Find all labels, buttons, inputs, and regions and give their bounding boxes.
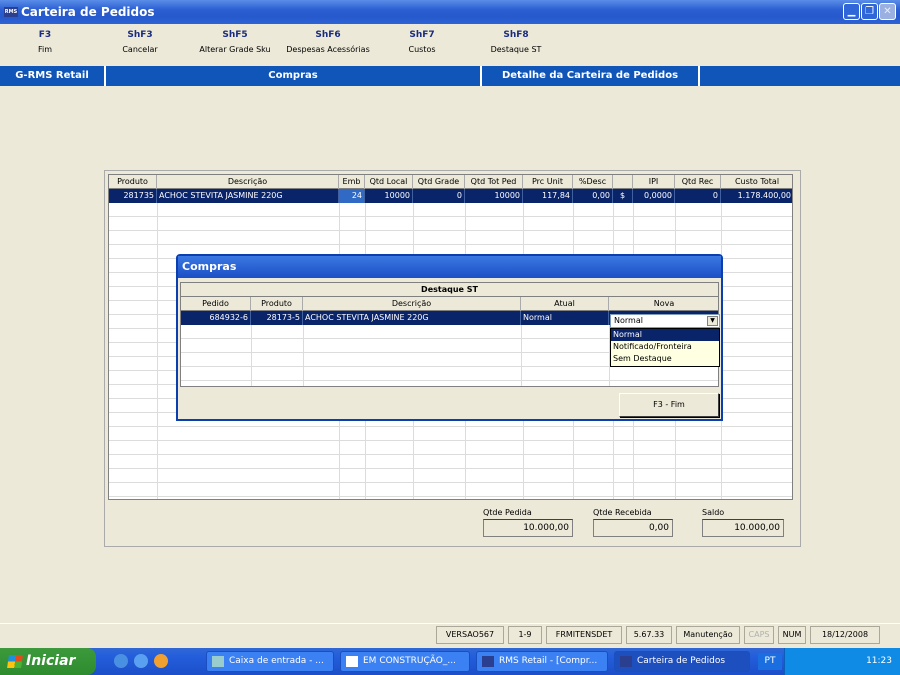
qtde-recebida-label: Qtde Recebida (593, 508, 652, 517)
col-produto[interactable]: Produto (251, 297, 303, 311)
col-descricao[interactable]: Descrição (157, 175, 339, 189)
taskbar-button-em-construcao[interactable]: EM CONSTRUÇÃO_... (340, 651, 470, 672)
option-notificado-fronteira[interactable]: Notificado/Fronteira (611, 341, 719, 353)
col-qtd-local[interactable]: Qtd Local (365, 175, 413, 189)
fkey-fim[interactable]: F3 Fim (0, 30, 95, 54)
language-indicator[interactable]: PT (758, 653, 782, 670)
status-form: FRMITENSDET (546, 626, 622, 644)
qtde-pedida-group: Qtde Pedida 10.000,00 (483, 508, 573, 537)
col-qtd-tot-ped[interactable]: Qtd Tot Ped (465, 175, 523, 189)
taskbar-button-rms-retail[interactable]: RMS Retail - [Compr... (476, 651, 608, 672)
saldo-group: Saldo 10.000,00 (702, 508, 784, 537)
navigation-bar: G-RMS Retail Compras Detalhe da Carteira… (0, 66, 900, 86)
windows-logo-icon (7, 655, 23, 668)
system-tray: 11:23 (784, 648, 900, 675)
option-normal[interactable]: Normal (611, 329, 719, 341)
start-button[interactable]: Iniciar (0, 648, 96, 675)
col-emb[interactable]: Emb (339, 175, 365, 189)
chevron-down-icon[interactable]: ▼ (707, 316, 718, 326)
fkey-alterar-grade[interactable]: ShF5 Alterar Grade Sku (185, 30, 285, 54)
app-icon: RMS (4, 7, 18, 17)
grid-caption: Destaque ST (181, 283, 718, 297)
ie-icon[interactable] (114, 654, 128, 668)
nav-system: G-RMS Retail (0, 66, 106, 86)
firefox-icon[interactable] (154, 654, 168, 668)
saldo-field[interactable]: 10.000,00 (702, 519, 784, 537)
taskbar: Iniciar Caixa de entrada - ... EM CONSTR… (0, 648, 900, 675)
status-caps: CAPS (744, 626, 774, 644)
status-num: NUM (778, 626, 806, 644)
mail-icon (212, 656, 224, 667)
window-title: Carteira de Pedidos (21, 5, 155, 19)
nova-select[interactable]: Normal ▼ (610, 314, 720, 328)
col-pedido[interactable]: Pedido (181, 297, 251, 311)
status-bar: VERSAO567 1-9 FRMITENSDET 5.67.33 Manute… (0, 623, 900, 645)
col-produto[interactable]: Produto (109, 175, 157, 189)
qtde-pedida-field[interactable]: 10.000,00 (483, 519, 573, 537)
fkey-custos[interactable]: ShF7 Custos (372, 30, 472, 54)
col-custo-total[interactable]: Custo Total (721, 175, 792, 189)
status-date: 18/12/2008 (810, 626, 880, 644)
nav-module: Compras (106, 66, 482, 86)
dialog-grid-header: Pedido Produto Descrição Atual Nova (181, 297, 718, 311)
status-version: VERSAO567 (436, 626, 504, 644)
fkey-destaque-st[interactable]: ShF8 Destaque ST (466, 30, 566, 54)
nav-screen: Detalhe da Carteira de Pedidos (482, 66, 700, 86)
minimize-button[interactable]: ▁ (843, 3, 860, 20)
col-qtd-rec[interactable]: Qtd Rec (675, 175, 721, 189)
window-title-bar[interactable]: RMS Carteira de Pedidos (0, 0, 900, 24)
close-button[interactable]: ✕ (879, 3, 896, 20)
col-atual[interactable]: Atual (521, 297, 609, 311)
function-key-bar: F3 Fim ShF3 Cancelar ShF5 Alterar Grade Sku… (0, 30, 600, 64)
col-currency[interactable] (613, 175, 633, 189)
col-ipi[interactable]: IPI (633, 175, 675, 189)
nova-dropdown-list[interactable]: Normal Notificado/Fronteira Sem Destaque (610, 328, 720, 367)
fkey-cancelar[interactable]: ShF3 Cancelar (90, 30, 190, 54)
clock[interactable]: 11:23 (866, 656, 892, 666)
outlook-icon[interactable] (134, 654, 148, 668)
rms-icon (620, 656, 632, 667)
grid-header: Produto Descrição Emb Qtd Local Qtd Grad… (109, 175, 792, 189)
rms-icon (482, 656, 494, 667)
qtde-pedida-label: Qtde Pedida (483, 508, 532, 517)
option-sem-destaque[interactable]: Sem Destaque (611, 353, 719, 365)
col-descricao[interactable]: Descrição (303, 297, 521, 311)
qtde-recebida-field[interactable]: 0,00 (593, 519, 673, 537)
col-nova[interactable]: Nova (609, 297, 718, 311)
taskbar-button-inbox[interactable]: Caixa de entrada - ... (206, 651, 334, 672)
restore-button[interactable]: ❐ (861, 3, 878, 20)
table-row[interactable]: 281735 ACHOC STEVITA JASMINE 220G 24 100… (109, 189, 792, 203)
fkey-despesas[interactable]: ShF6 Despesas Acessórias (278, 30, 378, 54)
destaque-st-dialog[interactable]: Compras Destaque ST Pedido Produto Descr… (176, 254, 723, 421)
status-range: 1-9 (508, 626, 542, 644)
col-desc[interactable]: %Desc (573, 175, 613, 189)
fim-button[interactable]: F3 - Fim (619, 393, 719, 417)
col-prc-unit[interactable]: Prc Unit (523, 175, 573, 189)
dialog-title[interactable]: Compras (178, 256, 721, 278)
qtde-recebida-group: Qtde Recebida 0,00 (593, 508, 673, 537)
word-icon (346, 656, 358, 667)
status-build: 5.67.33 (626, 626, 672, 644)
status-mode: Manutenção (676, 626, 740, 644)
taskbar-button-carteira[interactable]: Carteira de Pedidos (614, 651, 750, 672)
saldo-label: Saldo (702, 508, 725, 517)
col-qtd-grade[interactable]: Qtd Grade (413, 175, 465, 189)
